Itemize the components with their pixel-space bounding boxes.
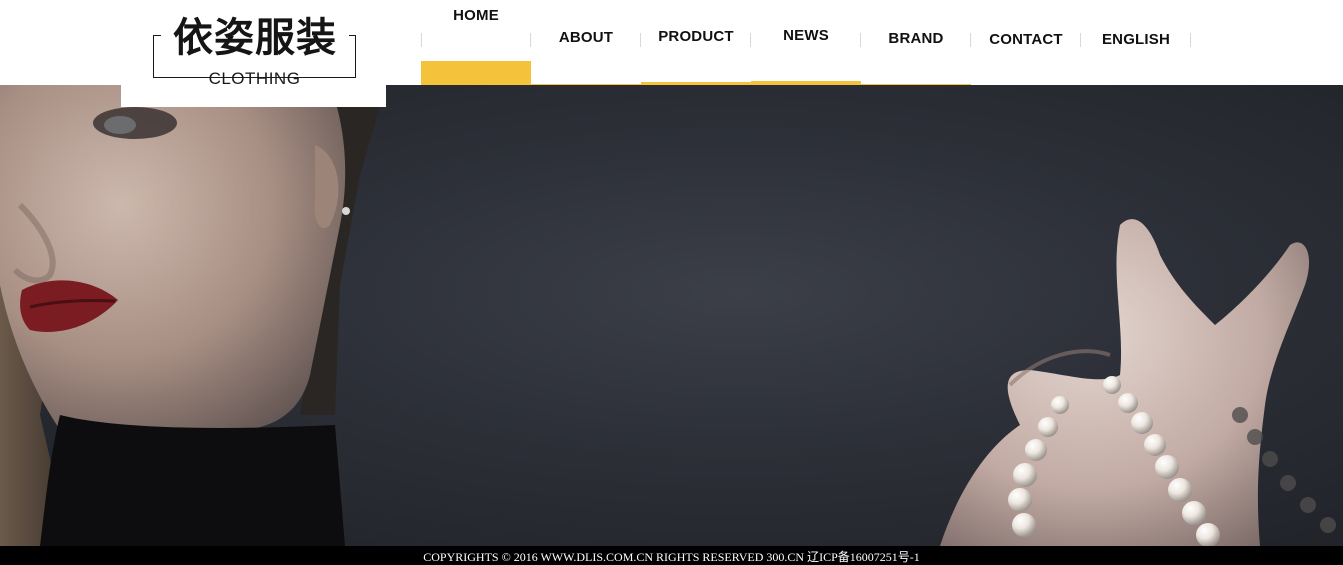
pearl — [1118, 393, 1138, 413]
nav-item-news[interactable]: NEWS — [751, 0, 861, 85]
earring-shape — [342, 207, 350, 215]
pearl — [1008, 488, 1032, 512]
pearl — [1196, 523, 1220, 546]
nav-label-about[interactable]: ABOUT — [531, 29, 641, 46]
pearl — [1144, 434, 1166, 456]
pearl — [1232, 407, 1248, 423]
pearl — [1300, 497, 1316, 513]
eye-iris — [104, 116, 136, 134]
pearl — [1038, 417, 1058, 437]
banner-image — [0, 85, 1336, 546]
nav-item-contact[interactable]: CONTACT — [971, 0, 1081, 85]
nav-hover-indicator — [861, 84, 971, 85]
nav-item-home[interactable]: HOME — [421, 0, 531, 85]
nav-hover-indicator — [751, 81, 861, 85]
pearl — [1247, 429, 1263, 445]
nav-label-contact[interactable]: CONTACT — [971, 31, 1081, 48]
pearl — [1131, 412, 1153, 434]
pearl — [1013, 463, 1037, 487]
pearl — [1262, 451, 1278, 467]
nav-label-brand[interactable]: BRAND — [861, 30, 971, 47]
pearl — [1155, 455, 1179, 479]
nav-item-english[interactable]: ENGLISH — [1081, 0, 1191, 85]
footer-copyright: COPYRIGHTS © 2016 WWW.DLIS.COM.CN RIGHTS… — [0, 546, 1343, 565]
nav-item-brand[interactable]: BRAND — [861, 0, 971, 85]
nav-hover-indicator — [531, 84, 641, 85]
nav-separator — [421, 33, 422, 47]
nav-label-home[interactable]: HOME — [421, 7, 531, 24]
sweater-shape — [40, 415, 345, 546]
nav-label-product[interactable]: PRODUCT — [641, 28, 751, 45]
pearl — [1025, 439, 1047, 461]
pearl — [1182, 501, 1206, 525]
page: HOME ABOUT PRODUCT NEWS BRAND CONTACT EN… — [0, 0, 1343, 565]
pearl — [1168, 478, 1192, 502]
nav-active-indicator — [421, 61, 531, 85]
main-nav: HOME ABOUT PRODUCT NEWS BRAND CONTACT EN… — [421, 0, 1191, 85]
nav-label-news[interactable]: NEWS — [751, 27, 861, 44]
pearl — [1051, 396, 1069, 414]
pearl — [1012, 513, 1036, 537]
logo-english-text: CLOTHING — [208, 69, 301, 88]
nav-label-english[interactable]: ENGLISH — [1081, 31, 1191, 48]
pearl — [1103, 376, 1121, 394]
pearl — [1320, 517, 1336, 533]
nav-separator — [1190, 33, 1191, 47]
hero-banner — [0, 85, 1343, 546]
nav-item-product[interactable]: PRODUCT — [641, 0, 751, 85]
pearl — [1280, 475, 1296, 491]
logo-chinese-text: 依姿服装 — [161, 14, 349, 62]
nav-item-about[interactable]: ABOUT — [531, 0, 641, 85]
site-logo[interactable]: 依姿服装 CLOTHING — [121, 0, 386, 107]
nav-hover-indicator — [641, 82, 751, 85]
hand-shape — [940, 219, 1309, 546]
